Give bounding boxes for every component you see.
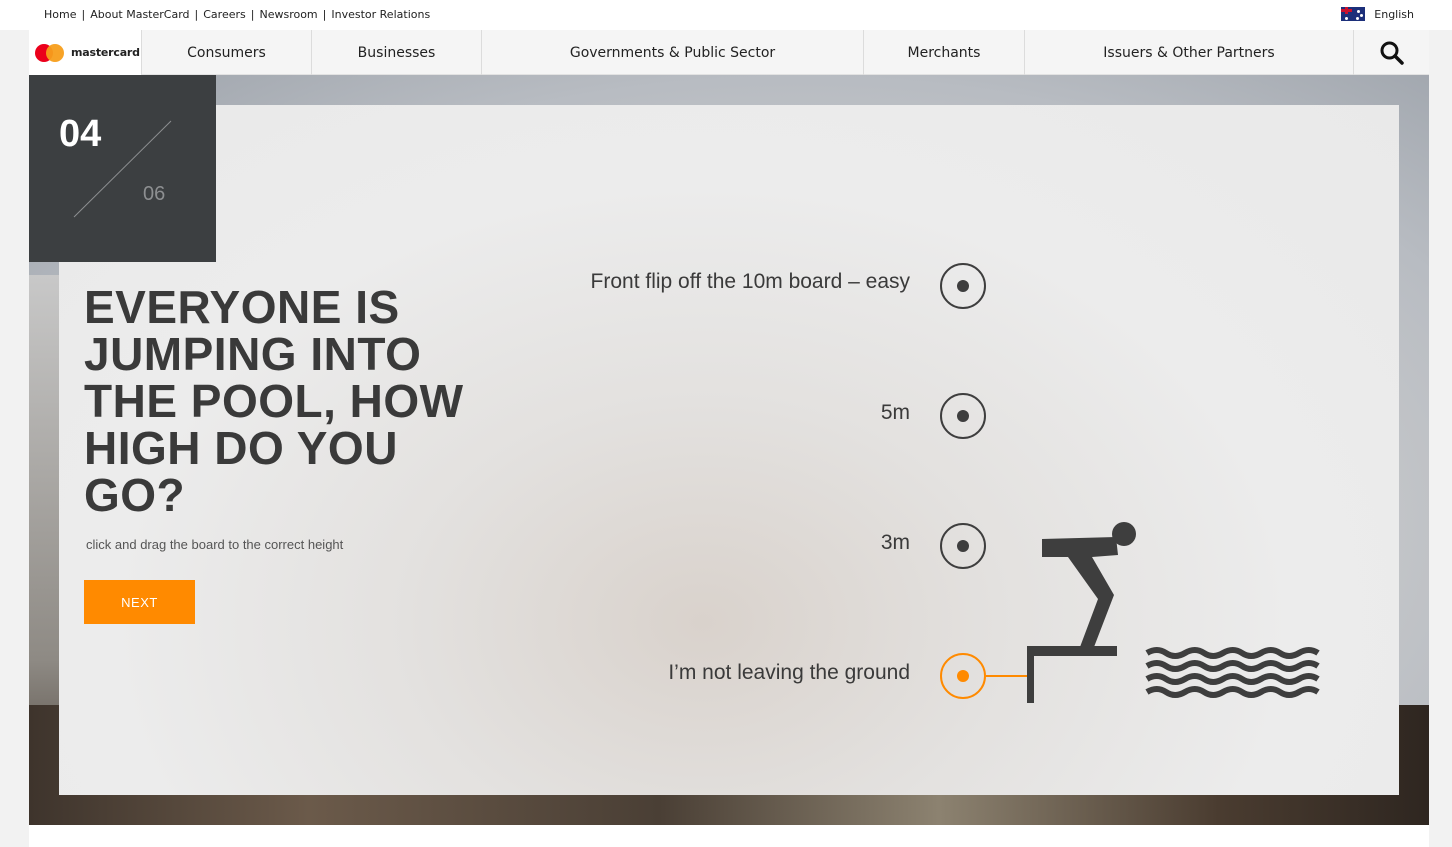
logo-wordmark: mastercard: [71, 46, 140, 59]
option-label-10m[interactable]: Front flip off the 10m board – easy: [591, 270, 910, 294]
radio-dot: [957, 670, 969, 682]
utility-link-newsroom[interactable]: Newsroom: [259, 8, 317, 21]
counter-divider: [73, 120, 172, 218]
radio-dot: [957, 280, 969, 292]
next-button[interactable]: NEXT: [84, 580, 195, 624]
utility-bar: Home | About MasterCard | Careers | News…: [0, 0, 1452, 30]
nav-item-issuers[interactable]: Issuers & Other Partners: [1025, 30, 1354, 75]
utility-link-careers[interactable]: Careers: [203, 8, 246, 21]
water-waves-icon: [1145, 647, 1320, 698]
separator: |: [81, 8, 86, 21]
diver-board-icon[interactable]: [1020, 515, 1145, 705]
option-radio-5m[interactable]: [940, 393, 986, 439]
page-footer-strip: [29, 825, 1429, 847]
question-counter: 04 06: [29, 75, 216, 262]
option-radio-ground[interactable]: [940, 653, 986, 699]
nav-item-consumers[interactable]: Consumers: [142, 30, 312, 75]
language-label: English: [1374, 7, 1414, 21]
utility-link-investor-relations[interactable]: Investor Relations: [331, 8, 430, 21]
nav-item-merchants[interactable]: Merchants: [864, 30, 1025, 75]
separator: |: [250, 8, 255, 21]
nav-item-businesses[interactable]: Businesses: [312, 30, 482, 75]
language-selector[interactable]: English: [1341, 7, 1414, 21]
mastercard-circles-icon: [35, 43, 65, 62]
utility-link-about[interactable]: About MasterCard: [90, 8, 189, 21]
search-button[interactable]: [1354, 30, 1429, 75]
australia-flag-icon: [1341, 7, 1366, 21]
separator: |: [194, 8, 199, 21]
option-radio-3m[interactable]: [940, 523, 986, 569]
option-label-3m[interactable]: 3m: [881, 531, 910, 555]
separator: |: [322, 8, 327, 21]
option-label-5m[interactable]: 5m: [881, 401, 910, 425]
utility-link-home[interactable]: Home: [44, 8, 76, 21]
current-question-number: 04: [59, 113, 102, 155]
utility-links: Home | About MasterCard | Careers | News…: [44, 8, 430, 21]
radio-dot: [957, 540, 969, 552]
total-question-number: 06: [143, 183, 166, 205]
nav-item-governments[interactable]: Governments & Public Sector: [482, 30, 864, 75]
mastercard-logo[interactable]: mastercard: [29, 30, 142, 75]
instruction-text: click and drag the board to the correct …: [86, 537, 344, 552]
option-radio-10m[interactable]: [940, 263, 986, 309]
question-title: EVERYONE IS JUMPING INTO THE POOL, HOW H…: [84, 281, 464, 521]
main-nav: mastercard Consumers Businesses Governme…: [29, 30, 1429, 75]
search-icon: [1380, 41, 1404, 65]
radio-dot: [957, 410, 969, 422]
option-label-ground[interactable]: I’m not leaving the ground: [668, 661, 910, 685]
